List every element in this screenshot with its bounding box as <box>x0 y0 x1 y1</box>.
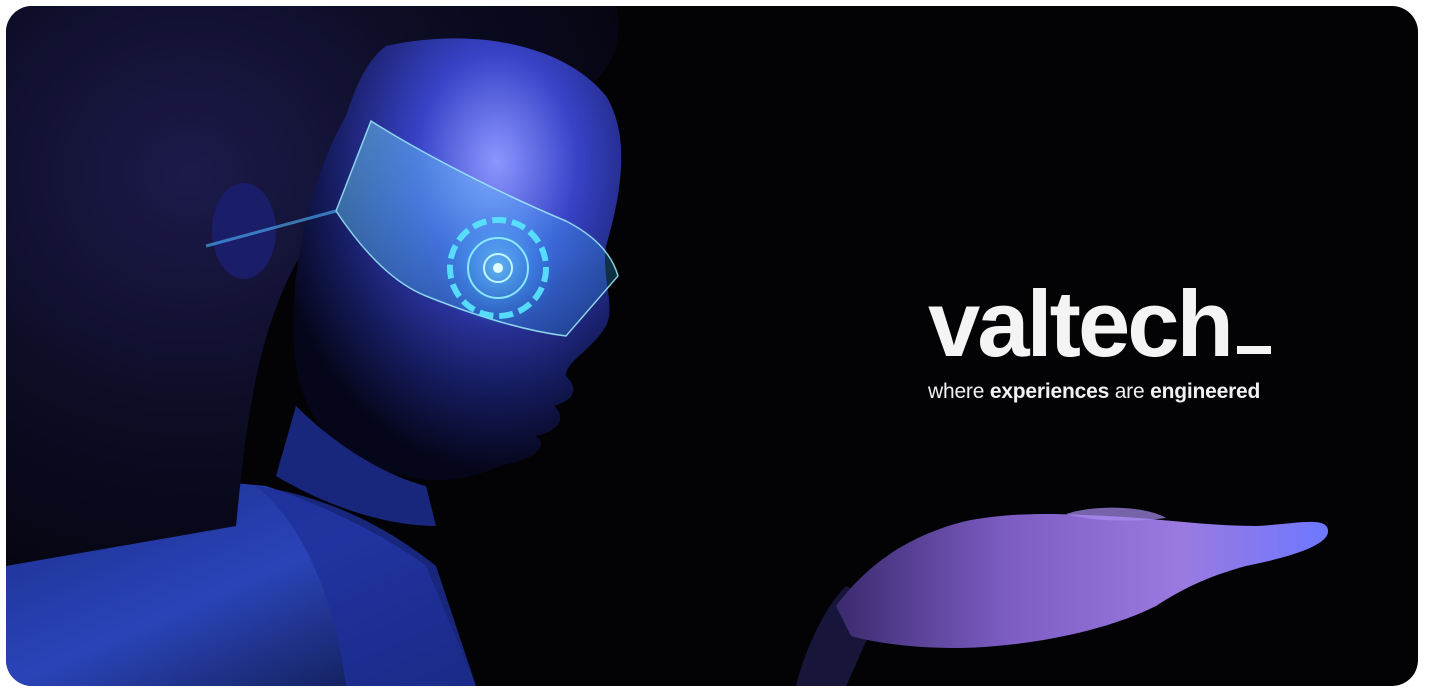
logo-text: valtech <box>928 271 1234 376</box>
tagline: where experiences are engineered <box>928 380 1388 404</box>
hero-banner: valtech where experiences are engineered <box>6 6 1418 686</box>
tagline-where: where <box>928 380 985 403</box>
brand-block: valtech where experiences are engineered <box>928 274 1388 404</box>
tagline-engineered: engineered <box>1150 380 1261 403</box>
valtech-logo: valtech <box>928 274 1388 374</box>
tagline-experiences: experiences <box>989 380 1110 403</box>
logo-cursor-mark <box>1236 346 1271 354</box>
tagline-are: are <box>1114 380 1145 403</box>
